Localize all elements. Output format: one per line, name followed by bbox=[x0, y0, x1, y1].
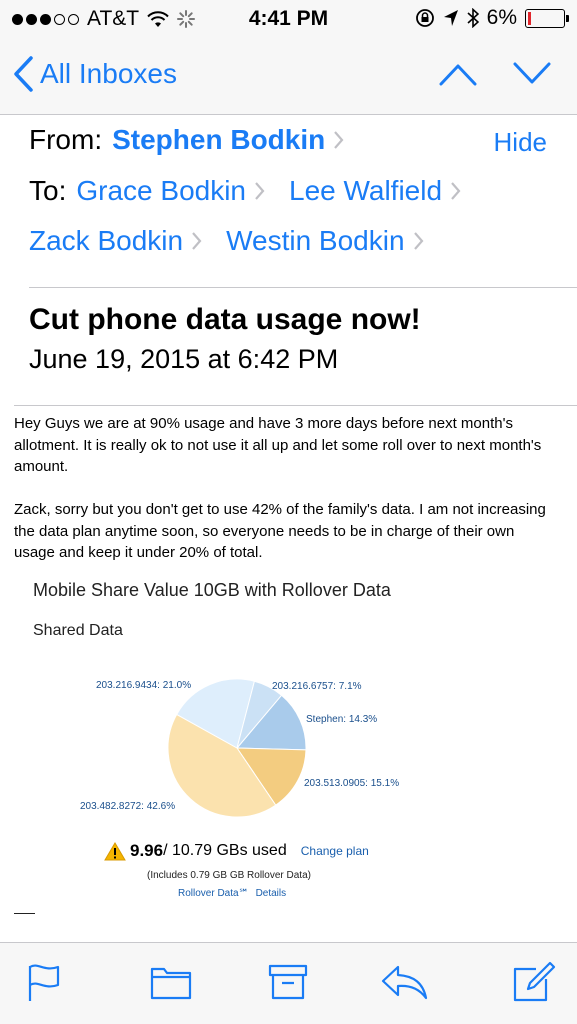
rollover-data-link[interactable]: Rollover Data℠ bbox=[178, 888, 249, 899]
plan-title: Mobile Share Value 10GB with Rollover Da… bbox=[33, 580, 391, 600]
body-divider bbox=[14, 405, 577, 406]
pie-slice-label: 203.482.8272: 42.6% bbox=[80, 801, 175, 812]
change-plan-link[interactable]: Change plan bbox=[301, 844, 369, 858]
status-bar: AT&T 4:41 PM 6% bbox=[0, 0, 577, 40]
pie-slice-label: 203.216.9434: 21.0% bbox=[96, 680, 191, 691]
reply-button[interactable] bbox=[380, 963, 428, 1006]
from-row: From: Stephen Bodkin bbox=[29, 124, 368, 156]
flag-icon bbox=[28, 964, 60, 1001]
back-button-label: All Inboxes bbox=[40, 58, 177, 89]
pie-slice-label: 203.513.0905: 15.1% bbox=[304, 778, 399, 789]
chevron-right-icon bbox=[334, 131, 344, 149]
bottom-toolbar bbox=[0, 942, 577, 1024]
location-icon bbox=[443, 10, 458, 26]
recipient-westin[interactable]: Westin Bodkin bbox=[226, 225, 404, 257]
previous-message-button[interactable] bbox=[439, 62, 477, 91]
message-subject: Cut phone data usage now! bbox=[29, 303, 421, 336]
rotation-lock-icon bbox=[415, 9, 434, 27]
sender-name[interactable]: Stephen Bodkin bbox=[112, 124, 325, 156]
archive-icon bbox=[268, 964, 308, 1000]
recipient-zack[interactable]: Zack Bodkin bbox=[29, 225, 183, 257]
battery-percent: 6% bbox=[486, 6, 517, 29]
compose-icon bbox=[513, 961, 556, 1002]
usage-summary: 9.96 / 10.79 GBs used Change plan bbox=[104, 841, 369, 861]
warning-icon bbox=[104, 841, 126, 860]
chevron-left-icon bbox=[14, 56, 33, 92]
data-used-value: 9.96 bbox=[130, 841, 164, 860]
move-to-folder-button[interactable] bbox=[150, 963, 192, 1006]
data-total-text: / 10.79 GBs used bbox=[163, 842, 287, 859]
hide-details-button[interactable]: Hide bbox=[494, 127, 547, 158]
signature-separator bbox=[14, 913, 35, 914]
archive-button[interactable] bbox=[268, 963, 308, 1006]
rollover-includes-note: (Includes 0.79 GB GB Rollover Data) bbox=[147, 870, 311, 881]
chevron-right-icon bbox=[192, 232, 202, 250]
navigation-bar: All Inboxes bbox=[0, 40, 577, 115]
shared-data-heading: Shared Data bbox=[33, 622, 123, 639]
to-row-1: To: Grace Bodkin Lee Walfield bbox=[29, 175, 485, 207]
pie-slice-label: Stephen: 14.3% bbox=[306, 714, 377, 725]
from-label: From: bbox=[29, 124, 103, 155]
header-divider bbox=[29, 287, 577, 288]
battery-icon bbox=[525, 8, 569, 28]
back-button[interactable]: All Inboxes bbox=[12, 56, 177, 92]
to-row-2: Zack Bodkin Westin Bodkin bbox=[29, 225, 448, 257]
chevron-right-icon bbox=[255, 182, 265, 200]
shared-data-pie-chart: Stephen: 14.3% 203.513.0905: 15.1% 203.482… bbox=[80, 678, 399, 818]
compose-button[interactable] bbox=[512, 961, 556, 1008]
recipient-grace[interactable]: Grace Bodkin bbox=[76, 175, 246, 207]
pie-slice-label: 203.216.6757: 7.1% bbox=[272, 681, 362, 692]
folder-icon bbox=[150, 967, 192, 1000]
details-link[interactable]: Details bbox=[256, 888, 287, 899]
to-label: To: bbox=[29, 175, 67, 206]
flag-button[interactable] bbox=[26, 963, 62, 1008]
next-message-button[interactable] bbox=[513, 62, 551, 91]
chevron-down-icon bbox=[513, 62, 551, 84]
body-paragraph: Zack, sorry but you don't get to use 42%… bbox=[14, 501, 546, 561]
rollover-row: Rollover Data℠ Details bbox=[178, 888, 286, 899]
chevron-right-icon bbox=[451, 182, 461, 200]
recipient-lee[interactable]: Lee Walfield bbox=[289, 175, 442, 207]
body-paragraph: Hey Guys we are at 90% usage and have 3 … bbox=[14, 415, 542, 475]
message-body: Hey Guys we are at 90% usage and have 3 … bbox=[14, 413, 559, 585]
chevron-up-icon bbox=[439, 64, 477, 86]
chevron-right-icon bbox=[413, 232, 424, 250]
reply-icon bbox=[381, 965, 428, 1000]
bluetooth-icon bbox=[467, 8, 479, 28]
message-date: June 19, 2015 at 6:42 PM bbox=[29, 344, 339, 374]
